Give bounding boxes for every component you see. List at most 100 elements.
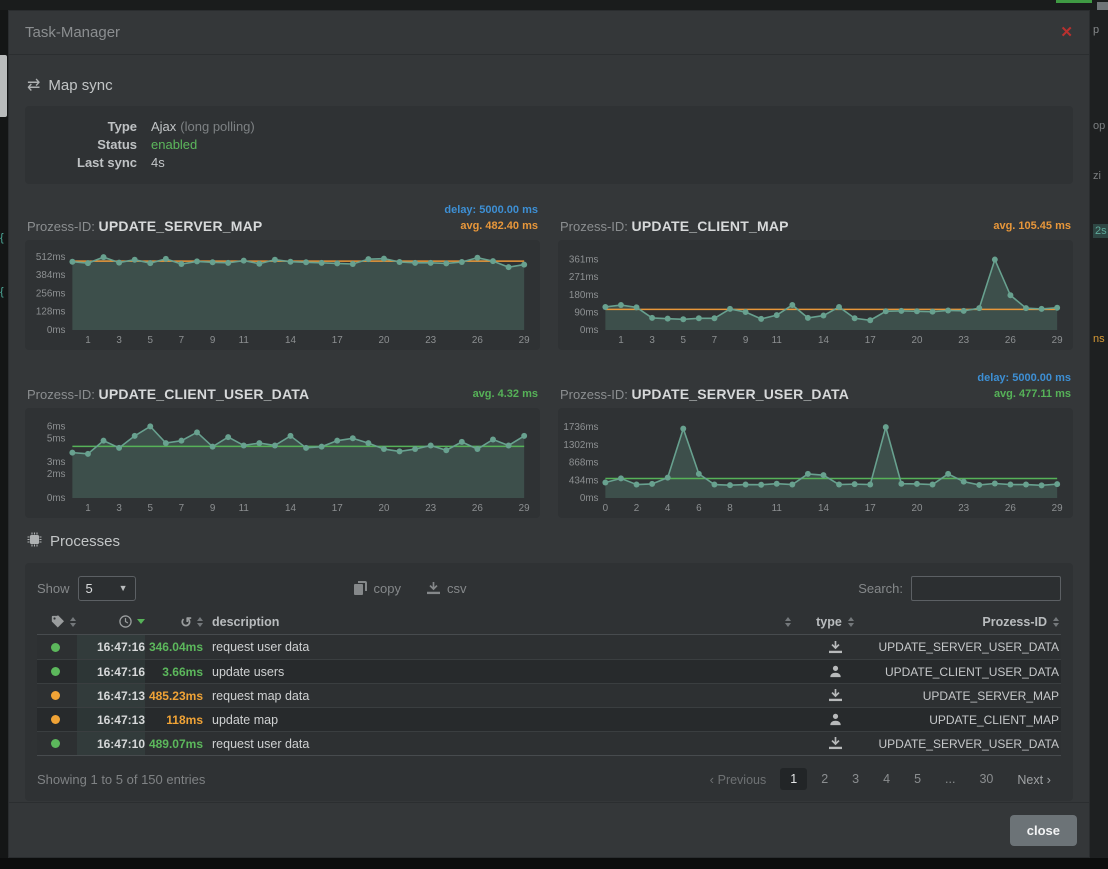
chart-title-row: Prozess-ID: UPDATE_SERVER_MAP delay: 500… xyxy=(25,198,540,234)
duration-cell: 118ms xyxy=(145,708,203,731)
svg-text:3: 3 xyxy=(116,335,122,346)
svg-text:5ms: 5ms xyxy=(47,433,66,444)
svg-text:11: 11 xyxy=(772,335,783,346)
description-cell: request user data xyxy=(203,635,799,659)
chevron-left-icon: ‹ xyxy=(710,772,718,787)
svg-text:512ms: 512ms xyxy=(36,252,66,263)
pagination-page-1[interactable]: 1 xyxy=(780,768,807,790)
copy-label: copy xyxy=(374,581,401,596)
background-fragment: 2s xyxy=(1093,224,1108,238)
svg-text:9: 9 xyxy=(743,335,749,346)
chip-icon xyxy=(27,532,42,551)
pagination-page-3[interactable]: 3 xyxy=(842,768,869,790)
status-dot xyxy=(51,715,60,724)
header-description[interactable]: description xyxy=(203,615,799,629)
table-row: 16:47:13485.23msrequest map dataUPDATE_S… xyxy=(37,683,1061,707)
pagination: ‹ Previous 12345...30 Next › xyxy=(700,768,1061,791)
copy-button[interactable]: copy xyxy=(354,581,401,596)
chart-title: Prozess-ID: UPDATE_SERVER_MAP xyxy=(27,218,262,234)
sort-icon xyxy=(785,617,791,627)
svg-text:2ms: 2ms xyxy=(47,469,66,480)
pagination-page-30[interactable]: 30 xyxy=(969,768,1003,790)
pagination-previous[interactable]: ‹ Previous xyxy=(700,768,777,791)
history-icon: ↺ xyxy=(180,615,192,629)
status-dot xyxy=(51,643,60,652)
svg-text:29: 29 xyxy=(1052,503,1063,514)
modal-header: Task-Manager ✕ xyxy=(9,11,1089,55)
chevron-right-icon: › xyxy=(1043,772,1051,787)
sync-type-value: Ajax xyxy=(151,118,176,136)
search-wrap: Search: xyxy=(858,576,1061,601)
background-left-strip: { { xyxy=(0,10,8,858)
close-button[interactable]: close xyxy=(1010,815,1077,846)
page-length-value: 5 xyxy=(86,581,93,596)
svg-text:20: 20 xyxy=(911,335,922,346)
table-row: 16:47:16346.04msrequest user dataUPDATE_… xyxy=(37,635,1061,659)
sync-type-label: Type xyxy=(39,118,151,136)
prozess-id-cell: UPDATE_SERVER_MAP xyxy=(871,684,1061,707)
header-time[interactable] xyxy=(77,615,145,628)
chart-area: 0ms434ms868ms1302ms1736ms024681114172023… xyxy=(558,408,1073,518)
csv-button[interactable]: csv xyxy=(427,581,467,596)
chart-title-row: Prozess-ID: UPDATE_CLIENT_MAP avg. 105.4… xyxy=(558,198,1073,234)
prozess-id-label: Prozess-ID: xyxy=(27,219,95,234)
exchange-icon: ⇄ xyxy=(27,78,40,94)
svg-text:20: 20 xyxy=(911,503,922,514)
prozess-id-value: UPDATE_SERVER_USER_DATA xyxy=(632,386,850,402)
type-cell xyxy=(799,635,871,659)
sync-status-row: Status enabled xyxy=(39,136,1059,154)
time-cell: 16:47:16 xyxy=(77,635,145,659)
pagination-next[interactable]: Next › xyxy=(1007,768,1061,791)
svg-text:1736ms: 1736ms xyxy=(563,422,598,433)
svg-text:23: 23 xyxy=(958,503,969,514)
sync-type-extra: (long polling) xyxy=(180,118,254,136)
sort-icon xyxy=(70,617,76,627)
description-cell: update users xyxy=(203,660,799,683)
chart-card-update-server-user-data: Prozess-ID: UPDATE_SERVER_USER_DATA dela… xyxy=(558,366,1073,518)
svg-text:868ms: 868ms xyxy=(569,458,599,469)
search-input[interactable] xyxy=(911,576,1061,601)
header-duration[interactable]: ↺ xyxy=(145,615,203,629)
svg-text:0ms: 0ms xyxy=(47,325,66,336)
svg-text:26: 26 xyxy=(472,335,483,346)
header-status[interactable] xyxy=(37,615,77,628)
svg-text:5: 5 xyxy=(681,335,687,346)
svg-text:8: 8 xyxy=(727,503,733,514)
prozess-id-cell: UPDATE_CLIENT_MAP xyxy=(871,708,1061,731)
header-prozess-id[interactable]: Prozess-ID xyxy=(871,615,1061,629)
svg-text:271ms: 271ms xyxy=(569,272,599,283)
type-cell xyxy=(799,660,871,683)
pagination-page-4[interactable]: 4 xyxy=(873,768,900,790)
chart-meta: delay: 5000.00 ms avg. 477.11 ms xyxy=(977,370,1071,402)
svg-text:90ms: 90ms xyxy=(574,307,598,318)
header-type[interactable]: type xyxy=(799,615,871,629)
background-map-control xyxy=(0,55,7,117)
csv-label: csv xyxy=(447,581,467,596)
duration-cell: 346.04ms xyxy=(145,635,203,659)
map-sync-heading: ⇄ Map sync xyxy=(27,77,1071,94)
svg-text:5: 5 xyxy=(148,503,154,514)
client-person-icon xyxy=(829,665,842,678)
svg-text:17: 17 xyxy=(865,335,876,346)
chart-meta: avg. 4.32 ms xyxy=(473,370,538,402)
sort-desc-icon xyxy=(137,619,145,624)
pagination-page-5[interactable]: 5 xyxy=(904,768,931,790)
svg-text:256ms: 256ms xyxy=(36,288,66,299)
background-fragment: { xyxy=(0,286,4,298)
tag-icon xyxy=(51,615,64,628)
previous-label: Previous xyxy=(718,773,767,787)
svg-text:11: 11 xyxy=(772,503,783,514)
svg-text:26: 26 xyxy=(1005,503,1016,514)
time-cell: 16:47:13 xyxy=(77,708,145,731)
pagination-page-2[interactable]: 2 xyxy=(811,768,838,790)
map-sync-heading-label: Map sync xyxy=(48,77,112,94)
chart-delay: delay: 5000.00 ms xyxy=(977,370,1071,386)
svg-text:29: 29 xyxy=(1052,335,1063,346)
table-row: 16:47:13118msupdate mapUPDATE_CLIENT_MAP xyxy=(37,707,1061,731)
close-icon[interactable]: ✕ xyxy=(1060,25,1073,40)
page-length-select[interactable]: 5 ▼ xyxy=(78,576,136,601)
server-download-icon xyxy=(829,641,842,654)
description-cell: request user data xyxy=(203,732,799,755)
svg-text:7: 7 xyxy=(179,335,185,346)
svg-text:9: 9 xyxy=(210,335,216,346)
